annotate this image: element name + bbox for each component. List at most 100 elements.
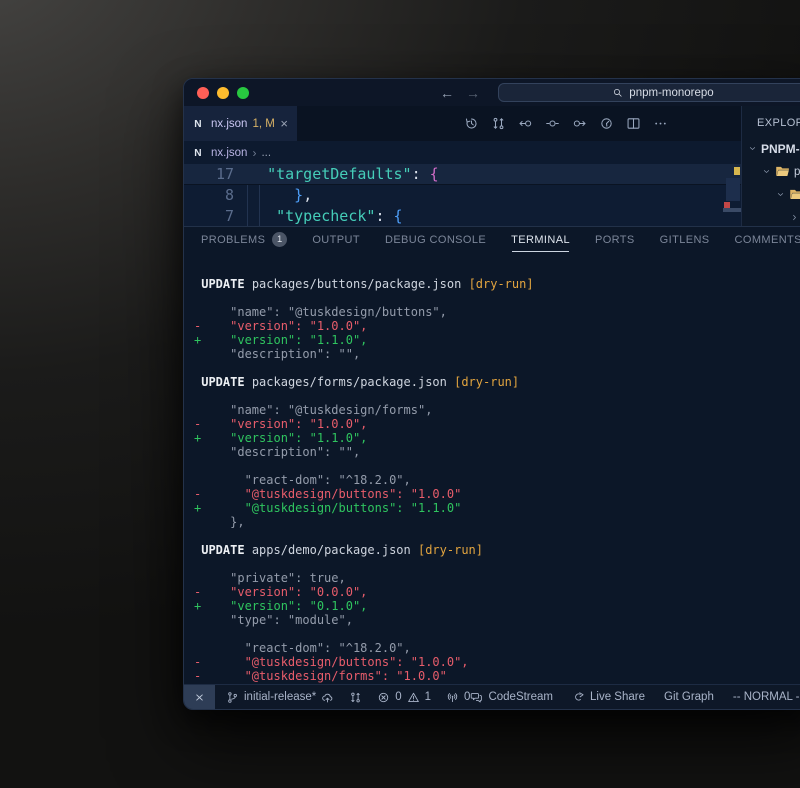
editor-actions	[460, 106, 671, 141]
timer-button[interactable]	[595, 113, 617, 135]
terminal-line: "description": "",	[194, 347, 800, 361]
branch-icon	[226, 691, 239, 704]
warning-icon	[407, 691, 420, 704]
cloud-up-icon	[321, 691, 334, 704]
editor-tab-nxjson[interactable]: N nx.json 1, M ×	[184, 106, 298, 141]
minimap-viewport[interactable]	[726, 178, 740, 201]
status-remote-indicator[interactable]	[184, 685, 215, 710]
indent-guide	[259, 185, 260, 226]
status-git-branch-status[interactable]: initial-release*	[226, 691, 334, 704]
terminal-line: + "version": "1.1.0",	[194, 333, 800, 347]
code-line: 8 },	[184, 185, 741, 206]
tree-item-root[interactable]: PNPM-MONOREPO	[742, 137, 800, 160]
status-vim-mode[interactable]: -- NORMAL --	[733, 691, 800, 703]
title-bar[interactable]: ← → pnpm-monorepo	[184, 79, 800, 106]
command-center[interactable]: pnpm-monorepo	[498, 83, 800, 102]
status-live-share[interactable]: Live Share	[572, 691, 645, 704]
terminal-line: + "@tuskdesign/buttons": "1.1.0"	[194, 501, 800, 515]
panel-tab-terminal[interactable]: TERMINAL	[511, 234, 570, 246]
terminal-line	[194, 389, 800, 403]
panel-tab-bar: PROBLEMS1 OUTPUT DEBUG CONSOLE TERMINAL PORT…	[184, 226, 800, 252]
breadcrumb-symbol[interactable]: ...	[261, 147, 271, 159]
tab-close-icon[interactable]: ×	[280, 116, 288, 131]
more-icon	[653, 116, 668, 131]
svg-text:N: N	[194, 148, 201, 159]
panel-tab-gitlens[interactable]: GITLENS	[660, 234, 710, 246]
status-label: 1	[425, 691, 431, 703]
split-editor-button[interactable]	[622, 113, 644, 135]
tree-item[interactable]	[742, 206, 800, 226]
terminal-line: + "version": "0.1.0",	[194, 599, 800, 613]
terminal-line: - "version": "1.0.0",	[194, 417, 800, 431]
svg-text:N: N	[194, 119, 201, 130]
commits-button[interactable]	[487, 113, 509, 135]
editor-tab-bar: N nx.json 1, M ×	[184, 106, 741, 141]
nx-icon: N	[193, 146, 206, 159]
terminal-line: + "version": "1.1.0",	[194, 431, 800, 445]
next-change-button[interactable]	[568, 113, 590, 135]
status-problems-status[interactable]: 01	[377, 691, 431, 704]
terminal-line: },	[194, 515, 800, 529]
terminal-line	[194, 627, 800, 641]
chevron-down-icon	[748, 144, 757, 153]
terminal-line: - "@tuskdesign/buttons": "1.0.0"	[194, 487, 800, 501]
window-title-text: pnpm-monorepo	[629, 87, 713, 99]
panel-tab-output[interactable]: OUTPUT	[312, 234, 360, 246]
traffic-light-minimize-button[interactable]	[217, 87, 229, 99]
code-editor[interactable]: 17 "targetDefaults": {8 },7 "typecheck":…	[184, 164, 741, 226]
status-label: Git Graph	[664, 691, 714, 703]
editor-group: N nx.json 1, M × N nx.json › ... 1	[184, 106, 741, 226]
commits-icon	[491, 116, 506, 131]
prev-change-button[interactable]	[514, 113, 536, 135]
history-button[interactable]	[460, 113, 482, 135]
panel-tab-comments[interactable]: COMMENTS	[735, 234, 800, 246]
history-icon	[464, 116, 479, 131]
tree-item[interactable]: packages	[742, 160, 800, 183]
liveshare-icon	[572, 691, 585, 704]
line-number: 7	[184, 206, 234, 226]
traffic-lights	[197, 87, 249, 99]
terminal-line: "react-dom": "^18.2.0",	[194, 641, 800, 655]
tree-item[interactable]	[742, 183, 800, 206]
panel-tab-problems[interactable]: PROBLEMS1	[201, 232, 287, 247]
terminal-output[interactable]: UPDATE packages/buttons/package.json [dr…	[184, 252, 800, 684]
more-button[interactable]	[649, 113, 671, 135]
status-ports-status[interactable]: 0	[446, 691, 470, 704]
commits-icon	[349, 691, 362, 704]
tab-modified-indicator: 1, M	[252, 118, 274, 130]
terminal-line: UPDATE packages/buttons/package.json [dr…	[194, 277, 800, 291]
minimap[interactable]	[721, 164, 741, 226]
change-button[interactable]	[541, 113, 563, 135]
status-label: initial-release*	[244, 691, 316, 703]
traffic-light-zoom-button[interactable]	[237, 87, 249, 99]
indent-guide	[247, 185, 248, 226]
timer-icon	[599, 116, 614, 131]
forward-button[interactable]: →	[466, 85, 480, 101]
nx-icon: N	[193, 117, 206, 130]
editor-scrollbar[interactable]	[723, 208, 741, 212]
desktop-background: ← → pnpm-monorepo N nx.json 1, M ×	[0, 0, 800, 788]
panel-tab-ports[interactable]: PORTS	[595, 234, 635, 246]
panel-tab-label: COMMENTS	[735, 234, 800, 246]
folder-icon	[775, 164, 790, 179]
panel-tab-debug-console[interactable]: DEBUG CONSOLE	[385, 234, 486, 246]
status-codestream[interactable]: CodeStream	[470, 691, 553, 704]
status-gitlens-commit-graph[interactable]	[349, 691, 362, 704]
terminal-line	[194, 529, 800, 543]
breadcrumb[interactable]: N nx.json › ...	[184, 141, 741, 164]
line-number: 8	[184, 185, 234, 206]
breadcrumb-file[interactable]: nx.json	[211, 147, 247, 159]
panel-tab-label: OUTPUT	[312, 234, 360, 246]
vscode-window: ← → pnpm-monorepo N nx.json 1, M ×	[183, 78, 800, 710]
status-label: -- NORMAL --	[733, 691, 800, 703]
terminal-line: UPDATE packages/forms/package.json [dry-…	[194, 375, 800, 389]
terminal-line	[194, 557, 800, 571]
terminal-line: - "@tuskdesign/buttons": "1.0.0",	[194, 655, 800, 669]
terminal-line: "react-dom": "^18.2.0",	[194, 473, 800, 487]
sticky-code-line: 17 "targetDefaults": {	[184, 164, 741, 185]
split-editor-icon	[626, 116, 641, 131]
prev-change-icon	[518, 116, 533, 131]
traffic-light-close-button[interactable]	[197, 87, 209, 99]
back-button[interactable]: ←	[440, 85, 454, 101]
status-git-graph[interactable]: Git Graph	[664, 691, 714, 703]
